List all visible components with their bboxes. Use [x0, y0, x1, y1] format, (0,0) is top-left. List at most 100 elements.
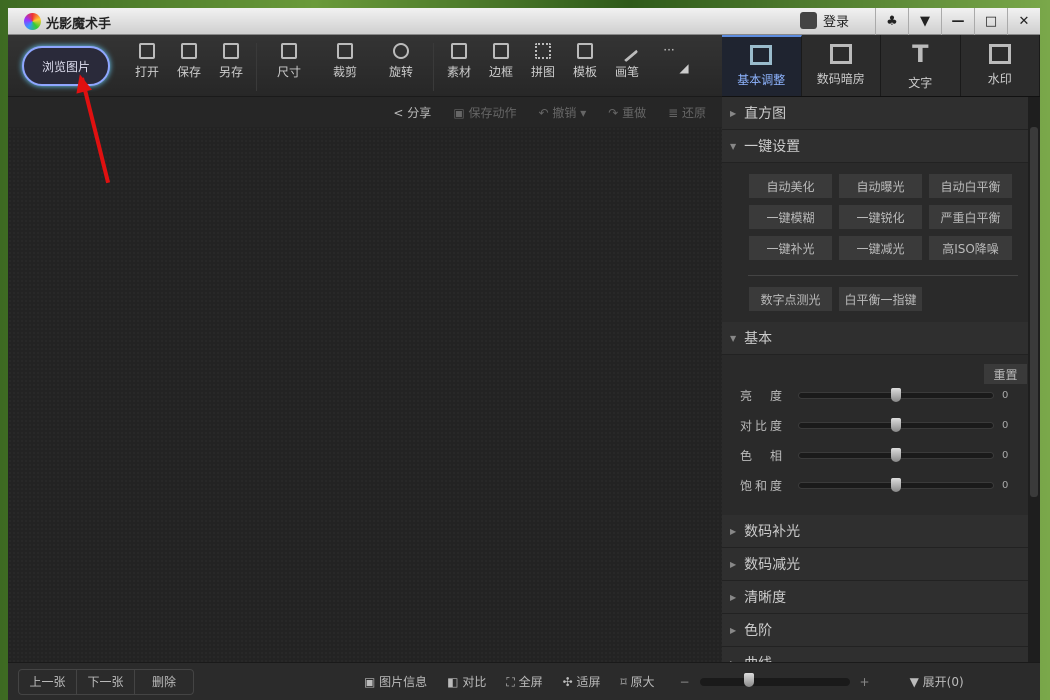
- skin-button[interactable]: ♣: [875, 8, 908, 35]
- login-label: 登录: [823, 15, 850, 30]
- open-button[interactable]: 打开: [126, 43, 168, 91]
- one-click-extra-button[interactable]: 白平衡一指键: [838, 286, 923, 312]
- one-click-button[interactable]: 自动美化: [748, 173, 833, 199]
- fullscreen-button[interactable]: ⛶ 全屏: [506, 673, 542, 690]
- crop-button[interactable]: 裁剪: [317, 43, 373, 91]
- adjust-panel: ▶ 直方图 ▼ 一键设置 自动美化 自动曝光 自动白平衡一键模糊 一键锐化 严重白平衡一键补…: [722, 97, 1028, 662]
- original-size-button[interactable]: ⌑ 原大: [620, 673, 654, 690]
- one-click-button[interactable]: 一键模糊: [748, 204, 833, 230]
- panel-scrollbar[interactable]: [1028, 97, 1040, 662]
- one-click-button[interactable]: 严重白平衡: [928, 204, 1013, 230]
- maximize-button[interactable]: □: [974, 8, 1007, 35]
- delete-button[interactable]: 删除: [135, 670, 193, 694]
- original-size-label: 原大: [630, 675, 655, 689]
- compare-button[interactable]: ◧ 对比: [447, 673, 486, 690]
- collage-button[interactable]: 拼图: [522, 43, 564, 91]
- tab-watermark[interactable]: 水印: [961, 35, 1040, 96]
- one-click-button[interactable]: 高ISO降噪: [928, 235, 1013, 261]
- section-title: 数码补光: [744, 524, 801, 540]
- section-title: 清晰度: [744, 590, 787, 606]
- section-histogram[interactable]: ▶ 直方图: [722, 97, 1028, 130]
- adjust-slider[interactable]: [798, 388, 994, 402]
- one-click-button[interactable]: 一键补光: [748, 235, 833, 261]
- collapsed-section[interactable]: ▶ 数码补光: [722, 515, 1028, 548]
- slider-label: 饱和度: [740, 479, 786, 493]
- slider-knob[interactable]: [891, 418, 901, 432]
- zoom-slider-knob[interactable]: [744, 672, 755, 687]
- slider-knob[interactable]: [891, 448, 901, 462]
- template-button[interactable]: 模板: [564, 43, 606, 91]
- section-basic[interactable]: ▼ 基本: [722, 322, 1028, 355]
- tool-label: 模板: [572, 65, 597, 79]
- zoom-out-button[interactable]: −: [679, 675, 689, 689]
- collapsed-section[interactable]: ▶曲线: [722, 647, 1028, 662]
- zoom-slider[interactable]: [699, 672, 850, 687]
- login-button[interactable]: 登录: [800, 11, 849, 30]
- prev-image-button[interactable]: 上一张: [19, 669, 77, 694]
- adjust-slider[interactable]: [798, 418, 994, 432]
- adjust-slider-row: 饱和度 0: [740, 477, 1010, 494]
- tab-digital-darkroom[interactable]: 数码暗房: [802, 35, 881, 96]
- slider-value: 0: [1002, 480, 1009, 491]
- restore-button[interactable]: ≣ 还原: [668, 104, 706, 121]
- one-click-button[interactable]: 自动曝光: [838, 173, 923, 199]
- printer-icon: [577, 43, 593, 59]
- menu-button[interactable]: ▼: [908, 8, 941, 35]
- image-info-button[interactable]: ▣ 图片信息: [364, 673, 427, 690]
- app-logo-icon: [24, 13, 41, 30]
- one-click-extra-button[interactable]: 数字点测光: [748, 286, 833, 312]
- fit-screen-button[interactable]: ✣ 适屏: [563, 673, 601, 690]
- rotate-button[interactable]: 旋转: [373, 43, 429, 91]
- close-button[interactable]: ✕: [1007, 8, 1040, 35]
- minimize-button[interactable]: —: [941, 8, 974, 35]
- browse-images-button[interactable]: 浏览图片: [22, 46, 110, 86]
- adjust-slider[interactable]: [798, 478, 994, 492]
- zoom-in-button[interactable]: +: [860, 675, 870, 689]
- save-action-button[interactable]: ▣ 保存动作: [453, 104, 516, 121]
- tab-text[interactable]: T 文字: [881, 35, 961, 96]
- border-button[interactable]: 边框: [480, 43, 522, 91]
- expand-button[interactable]: ▼ 展开(0): [910, 673, 964, 690]
- tool-label: 素材: [446, 65, 471, 79]
- more-button[interactable]: ··· ◢: [648, 43, 690, 91]
- one-click-button[interactable]: 自动白平衡: [928, 173, 1013, 199]
- section-one-click[interactable]: ▼ 一键设置: [722, 130, 1028, 163]
- save-as-button[interactable]: 另存: [210, 43, 252, 91]
- app-window: 光影魔术手 登录 ♣ ▼ — □ ✕ 浏览图片 打开 保存 另存 尺寸 裁剪 旋…: [8, 8, 1040, 700]
- collapsed-section[interactable]: ▶ 数码减光: [722, 548, 1028, 581]
- tab-basic-adjust[interactable]: 基本调整: [722, 35, 802, 96]
- scrollbar-thumb[interactable]: [1030, 127, 1038, 497]
- grid-icon: [535, 43, 551, 59]
- slider-knob[interactable]: [891, 478, 901, 492]
- material-button[interactable]: 素材: [438, 43, 480, 91]
- one-click-grid: 自动美化 自动曝光 自动白平衡一键模糊 一键锐化 严重白平衡一键补光 一键减光 高ISO降噪: [722, 163, 1028, 269]
- divider: [256, 43, 257, 91]
- reset-button[interactable]: 重置: [983, 363, 1028, 385]
- slider-value: 0: [1002, 450, 1009, 461]
- next-image-button[interactable]: 下一张: [77, 669, 135, 694]
- tab-label: 文字: [908, 76, 933, 90]
- share-label: 分享: [407, 105, 432, 120]
- expand-corner-icon: ◢: [679, 61, 689, 75]
- save-button[interactable]: 保存: [168, 43, 210, 91]
- fullscreen-label: 全屏: [518, 675, 543, 689]
- adjust-slider-row: 亮 度 0: [740, 387, 1010, 404]
- one-click-button[interactable]: 一键锐化: [838, 204, 923, 230]
- tool-label: 打开: [134, 65, 159, 79]
- redo-label: 重做: [622, 105, 647, 120]
- adjust-slider[interactable]: [798, 448, 994, 462]
- resize-button[interactable]: 尺寸: [261, 43, 317, 91]
- section-title: 基本: [744, 331, 773, 347]
- brush-button[interactable]: 画笔: [606, 39, 648, 91]
- collapsed-section[interactable]: ▶ 色阶: [722, 614, 1028, 647]
- redo-button[interactable]: ↷ 重做: [608, 104, 646, 121]
- image-canvas[interactable]: [8, 127, 722, 662]
- undo-button[interactable]: ↶ 撤销 ▾: [538, 104, 586, 121]
- one-click-extra: 数字点测光 白平衡一指键: [722, 282, 1028, 322]
- share-button[interactable]: < 分享: [393, 104, 431, 121]
- collapsed-section[interactable]: ▶ 清晰度: [722, 581, 1028, 614]
- one-click-body: 自动美化 自动曝光 自动白平衡一键模糊 一键锐化 严重白平衡一键补光 一键减光 高ISO降噪…: [722, 163, 1028, 322]
- one-click-button[interactable]: 一键减光: [838, 235, 923, 261]
- save-action-label: 保存动作: [468, 105, 517, 120]
- slider-knob[interactable]: [891, 388, 901, 402]
